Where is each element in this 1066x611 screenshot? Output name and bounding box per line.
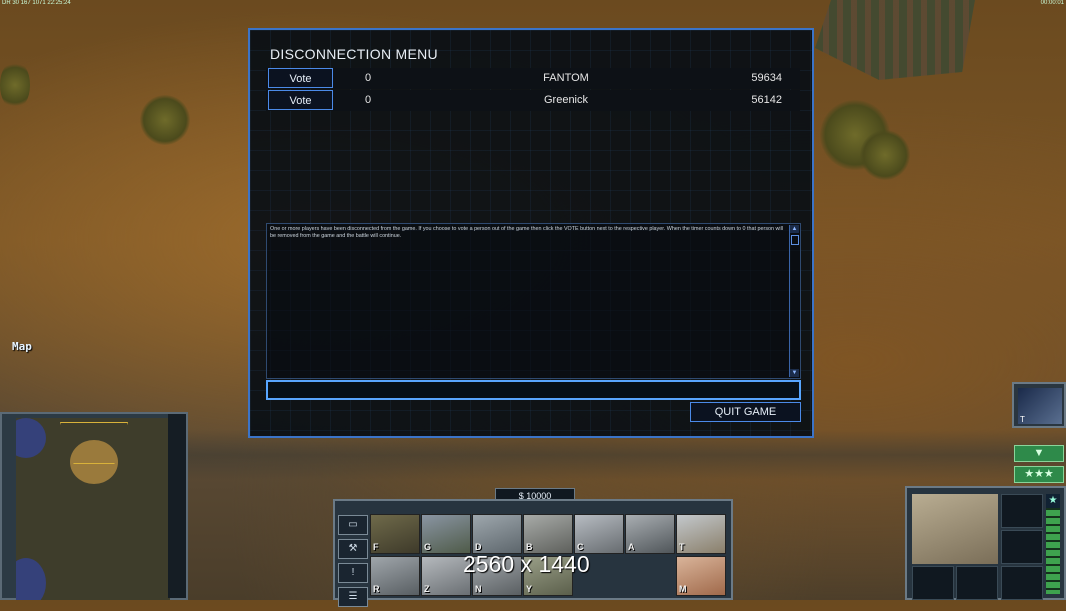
player-name: FANTOM xyxy=(543,72,589,84)
minimap-frame xyxy=(168,414,186,598)
tree xyxy=(140,95,190,145)
repair-icon[interactable]: ⚒ xyxy=(338,539,368,559)
quit-game-button[interactable]: QUIT GAME xyxy=(690,402,801,422)
game-timer: 00:00:01 xyxy=(1040,0,1064,6)
tree xyxy=(860,130,910,180)
vote-button[interactable]: Vote xyxy=(268,68,333,88)
minimap[interactable] xyxy=(0,412,188,600)
build-airfield-button[interactable]: D xyxy=(472,514,522,554)
dialog-title: DISCONNECTION MENU xyxy=(270,46,438,62)
power-meter xyxy=(1046,494,1060,594)
water-area xyxy=(16,558,46,600)
generals-hotkey: T xyxy=(1020,415,1025,424)
player-row: Vote 0 FANTOM 59634 xyxy=(266,68,800,89)
scroll-up-icon[interactable]: ▲ xyxy=(790,225,799,233)
unit-portrait xyxy=(912,494,998,564)
command-side-buttons: ▭ ⚒ ! ☰ xyxy=(338,515,368,611)
vote-count: 0 xyxy=(365,72,372,84)
resolution-overlay: 2560 x 1440 xyxy=(463,551,590,577)
build-infantry-button[interactable]: G xyxy=(421,514,471,554)
planning-icon[interactable]: ☰ xyxy=(338,587,368,607)
build-artillery-button[interactable]: B xyxy=(523,514,573,554)
player-name: Greenick xyxy=(543,94,589,106)
map-label: Map xyxy=(12,340,32,353)
selected-unit-panel: ★ xyxy=(905,486,1066,600)
vote-count: 0 xyxy=(365,94,372,106)
player-timer: 59634 xyxy=(751,72,782,84)
build-reactor-button[interactable]: R xyxy=(370,556,420,596)
options-icon[interactable]: ▭ xyxy=(338,515,368,535)
build-tower-button[interactable]: T xyxy=(676,514,726,554)
enemy-base xyxy=(815,0,975,80)
rank-button[interactable]: ★★★ xyxy=(1014,466,1064,483)
unit-slot[interactable] xyxy=(1001,566,1043,600)
player-timer: 56142 xyxy=(751,94,782,106)
collapse-button[interactable]: ▼ xyxy=(1014,445,1064,462)
build-missile-button[interactable]: C xyxy=(574,514,624,554)
minimap-view[interactable] xyxy=(16,418,170,600)
top-status-bar: DR 30 167 1071 22:25:24 00:00:01 xyxy=(0,0,1066,8)
alert-icon[interactable]: ! xyxy=(338,563,368,583)
faction-star-icon: ★ xyxy=(1046,494,1060,508)
stats-readout: DR 30 167 1071 22:25:24 xyxy=(2,0,71,6)
unit-slot[interactable] xyxy=(1001,530,1043,564)
unit-slot[interactable] xyxy=(912,566,954,600)
chat-input[interactable] xyxy=(266,380,801,400)
message-scrollbar[interactable]: ▲ ▼ xyxy=(789,225,799,377)
scroll-thumb[interactable] xyxy=(791,235,799,245)
unit-slot[interactable] xyxy=(1001,494,1043,528)
player-row: Vote 0 Greenick 56142 xyxy=(266,90,800,111)
tree xyxy=(0,60,30,110)
message-box: One or more players have been disconnect… xyxy=(266,223,801,379)
build-ammo-button[interactable]: M xyxy=(676,556,726,596)
build-dozer-button[interactable]: F xyxy=(370,514,420,554)
unit-slot[interactable] xyxy=(956,566,998,600)
build-factory-button[interactable]: A xyxy=(625,514,675,554)
vote-button[interactable]: Vote xyxy=(268,90,333,110)
message-text: One or more players have been disconnect… xyxy=(270,226,783,239)
water-area xyxy=(16,418,46,458)
scroll-down-icon[interactable]: ▼ xyxy=(790,369,799,377)
generals-powers-button[interactable]: T xyxy=(1012,382,1066,428)
disconnection-dialog: DISCONNECTION MENU Vote 0 FANTOM 59634 V… xyxy=(248,28,814,438)
